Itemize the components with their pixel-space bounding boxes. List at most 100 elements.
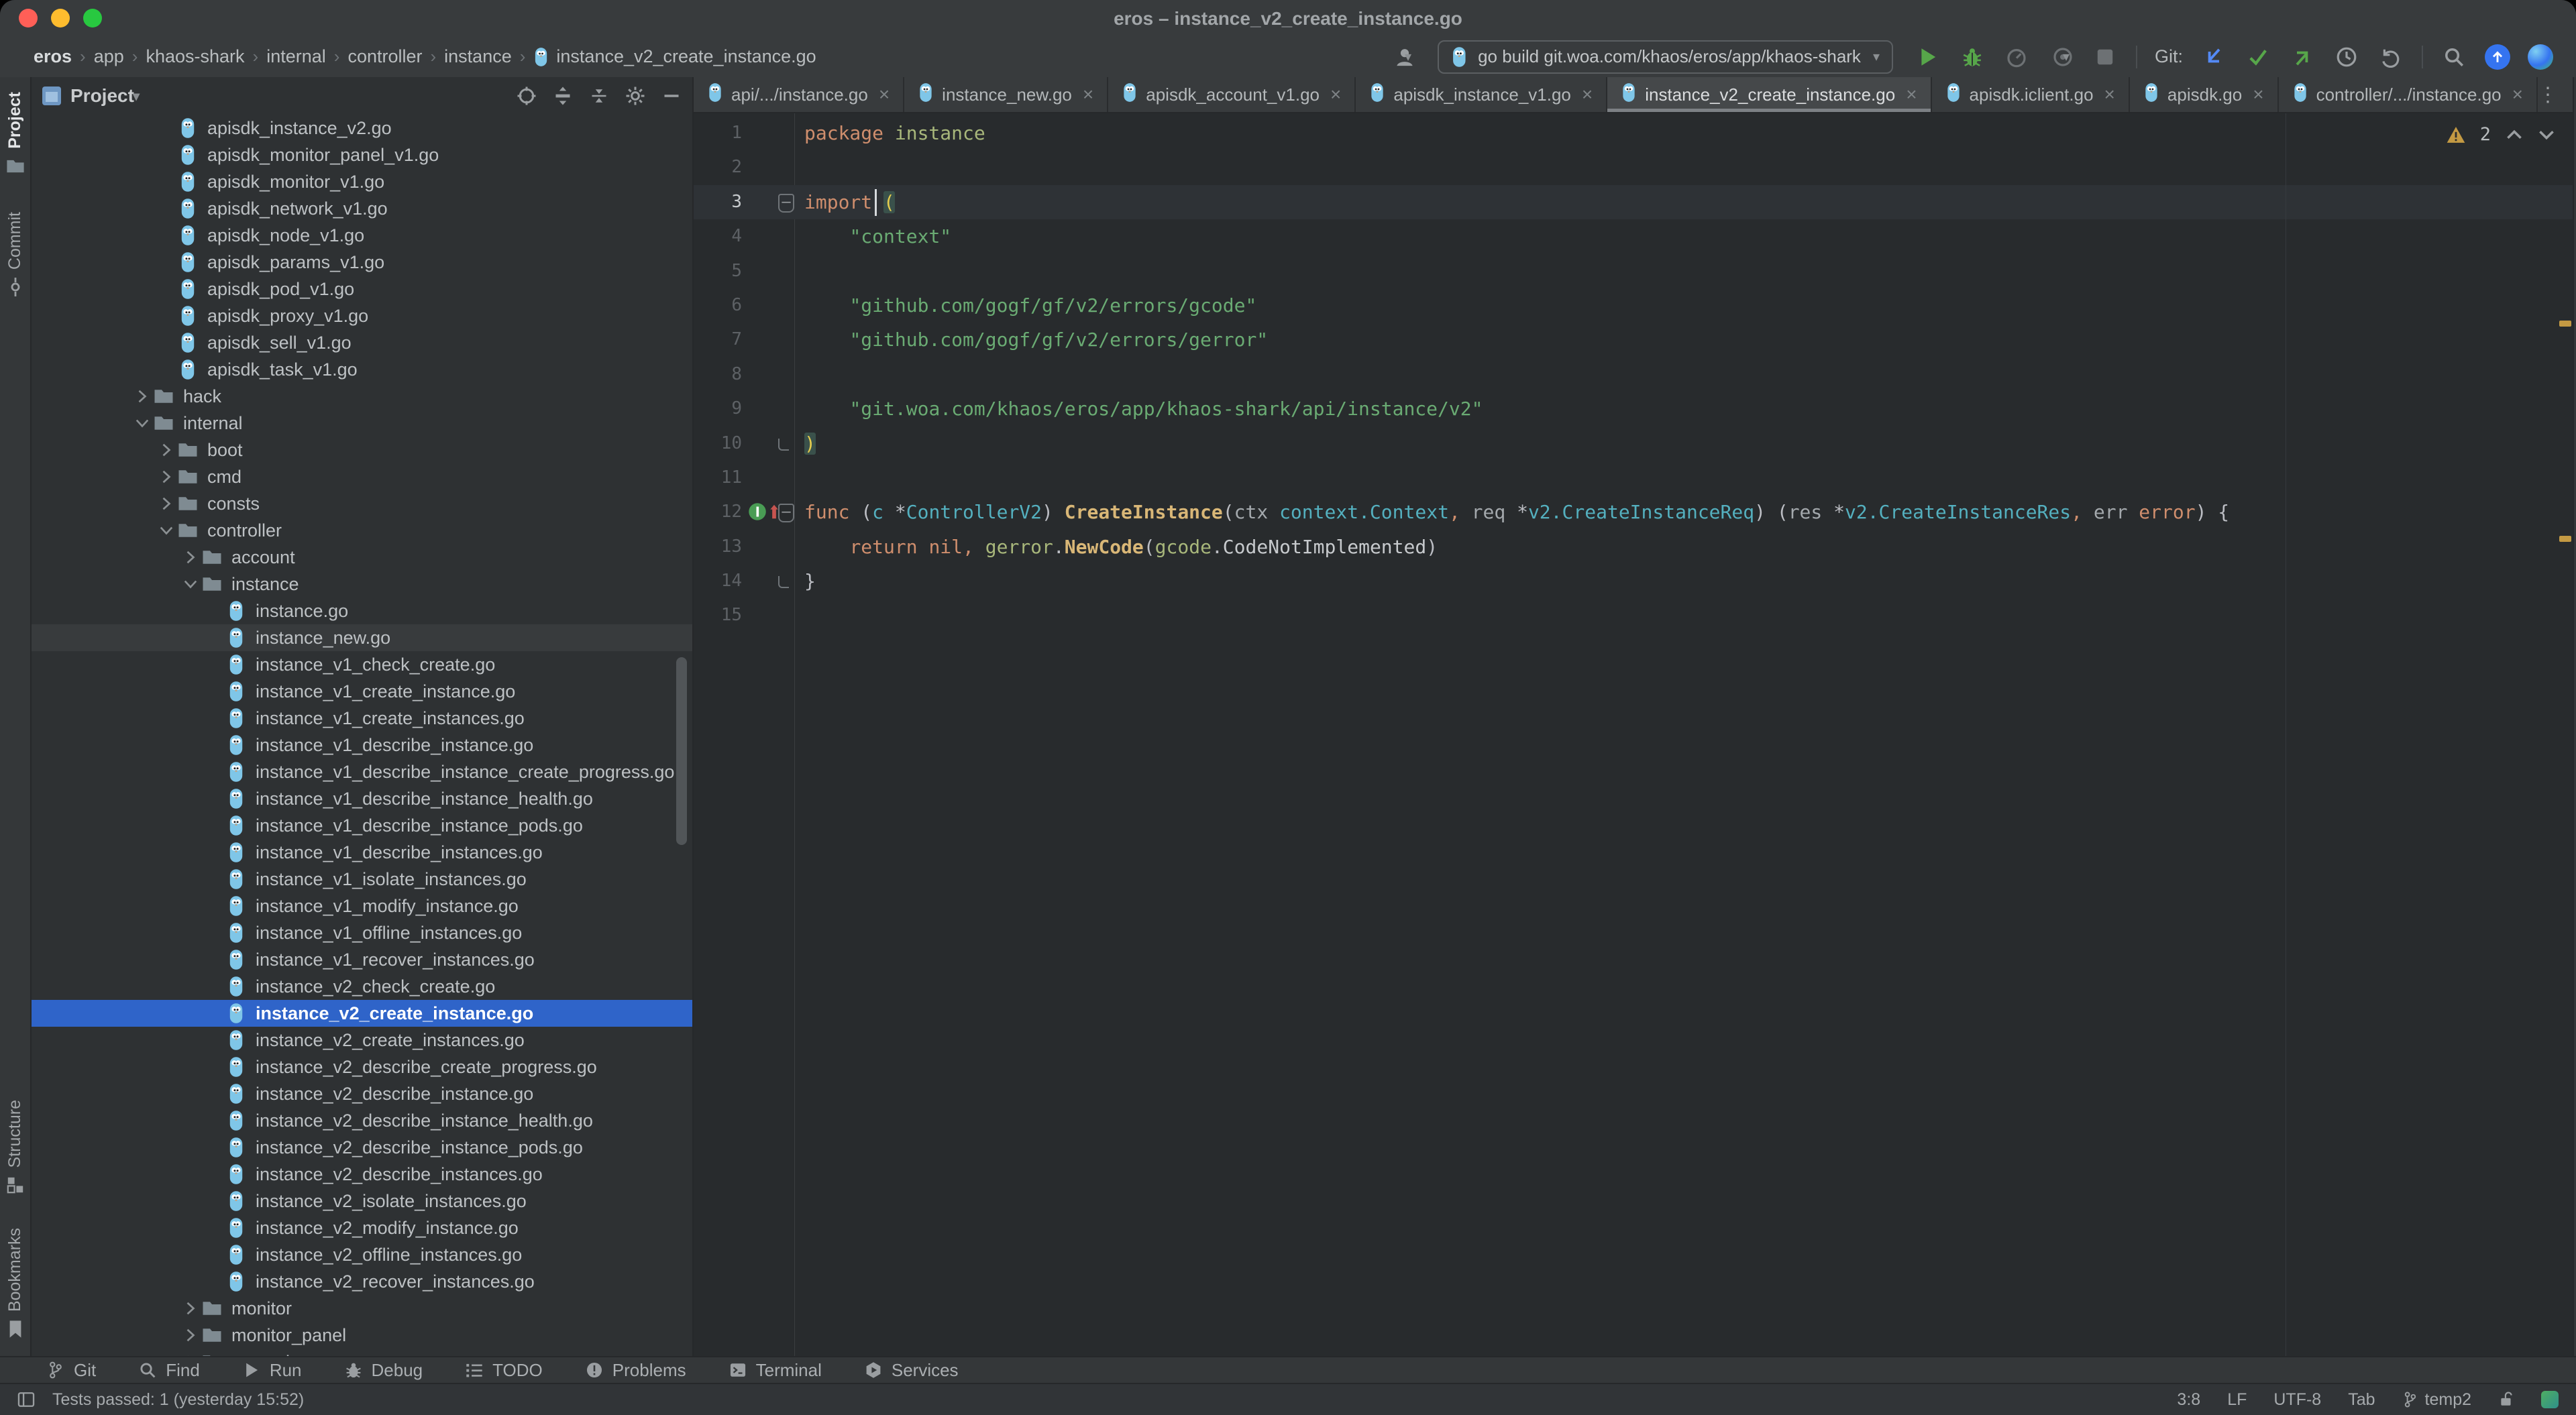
tree-folder-row[interactable]: controller [32, 517, 692, 544]
editor-tab[interactable]: api/.../instance.go× [694, 77, 904, 112]
chevron-down-icon[interactable] [156, 520, 176, 541]
toolwindow-button-services[interactable]: Services [865, 1360, 959, 1381]
tree-file-row[interactable]: instance_v2_recover_instances.go [32, 1268, 692, 1295]
git-push-button[interactable] [2289, 44, 2316, 70]
tree-file-row[interactable]: instance_v2_describe_instance_health.go [32, 1107, 692, 1134]
tree-file-row[interactable]: instance_v1_isolate_instances.go [32, 866, 692, 893]
chevron-right-icon[interactable] [180, 1325, 201, 1345]
avatar[interactable] [2528, 44, 2553, 70]
tree-folder-row[interactable]: account [32, 544, 692, 571]
close-icon[interactable]: × [1083, 84, 1093, 105]
implements-gutter-icon[interactable] [747, 502, 780, 522]
toolwindow-button-git[interactable]: Git [47, 1360, 96, 1381]
status-plugin-icon[interactable] [2541, 1391, 2559, 1408]
code-line[interactable]: 6 "github.com/gogf/gf/v2/errors/gcode" [694, 288, 2573, 323]
chevron-right-icon[interactable] [180, 547, 201, 567]
chevron-right-icon[interactable] [156, 467, 176, 487]
tree-file-row[interactable]: instance_new.go [32, 624, 692, 651]
editor-tab[interactable]: apisdk.go× [2130, 77, 2279, 112]
code-line[interactable]: 1package instance [694, 116, 2573, 150]
tree-file-row[interactable]: instance_v1_modify_instance.go [32, 893, 692, 919]
tree-folder-row[interactable]: instance [32, 571, 692, 598]
stop-button[interactable] [2092, 44, 2118, 70]
code-line[interactable]: 13 return nil, gerror.NewCode(gcode.Code… [694, 530, 2573, 564]
toolwindow-button-todo[interactable]: TODO [466, 1360, 543, 1381]
tree-folder-row[interactable]: boot [32, 437, 692, 463]
chevron-right-icon[interactable] [156, 440, 176, 460]
tree-file-row[interactable]: instance_v2_check_create.go [32, 973, 692, 1000]
tree-file-row[interactable]: instance_v1_describe_instance_pods.go [32, 812, 692, 839]
readonly-toggle[interactable] [2498, 1392, 2514, 1408]
tree-file-row[interactable]: instance_v2_describe_instance_pods.go [32, 1134, 692, 1161]
tree-file-row[interactable]: instance_v2_describe_instances.go [32, 1161, 692, 1188]
next-warning-button[interactable] [2538, 124, 2555, 145]
toolwindow-button-commit[interactable]: Commit [5, 212, 25, 296]
gear-icon[interactable] [625, 86, 645, 106]
breadcrumb-item[interactable]: eros [30, 46, 76, 67]
tree-file-row[interactable]: instance_v1_check_create.go [32, 651, 692, 678]
toolwindow-button-run[interactable]: Run [243, 1360, 302, 1381]
status-line-ending[interactable]: LF [2227, 1390, 2247, 1410]
toolwindow-button-structure[interactable]: Structure [5, 1100, 25, 1194]
toolwindow-button-bookmarks[interactable]: Bookmarks [5, 1228, 25, 1339]
tree-file-row[interactable]: apisdk_network_v1.go [32, 195, 692, 222]
breadcrumb-item[interactable]: internal [262, 46, 330, 67]
tree-file-row[interactable]: instance_v2_describe_create_progress.go [32, 1054, 692, 1080]
select-opened-file-button[interactable] [517, 86, 537, 106]
git-commit-button[interactable] [2245, 44, 2271, 70]
tree-file-row[interactable]: instance_v1_describe_instance.go [32, 732, 692, 758]
toolwindow-button-find[interactable]: Find [139, 1360, 200, 1381]
code-line[interactable]: 3–import ( [694, 185, 2573, 219]
rollback-button[interactable] [2377, 44, 2404, 70]
toolwindow-button-debug[interactable]: Debug [345, 1360, 423, 1381]
code-line[interactable]: 11 [694, 461, 2573, 495]
code-area[interactable]: 1package instance23–import (4 "context"5… [694, 116, 2573, 633]
tree-file-row[interactable]: instance_v2_describe_instance.go [32, 1080, 692, 1107]
project-view-selector[interactable]: Project ▾ [42, 85, 140, 107]
run-configuration-select[interactable]: go build git.woa.com/khaos/eros/app/khao… [1438, 40, 1893, 74]
breadcrumb-item[interactable]: controller [343, 46, 426, 67]
toolwindow-button-project[interactable]: Project [5, 92, 25, 176]
breadcrumb-file[interactable]: instance_v2_create_instance.go [529, 46, 816, 67]
tree-file-row[interactable]: instance_v1_create_instances.go [32, 705, 692, 732]
close-icon[interactable]: × [1330, 84, 1341, 105]
toolwindow-button-terminal[interactable]: Terminal [729, 1360, 822, 1381]
tree-folder-row[interactable]: monitor [32, 1295, 692, 1322]
tree-file-row[interactable]: apisdk_monitor_v1.go [32, 168, 692, 195]
close-icon[interactable]: × [2253, 84, 2263, 105]
chevron-down-icon[interactable] [132, 413, 152, 433]
profiler-button[interactable] [2003, 44, 2030, 70]
tree-folder-row[interactable]: monitor_panel [32, 1322, 692, 1349]
close-icon[interactable]: × [879, 84, 890, 105]
tree-file-row[interactable]: instance_v1_describe_instances.go [32, 839, 692, 866]
tab-options-button[interactable]: ⋮ [2538, 77, 2573, 112]
code-line[interactable]: 2 [694, 150, 2573, 184]
code-line[interactable]: 8 [694, 357, 2573, 392]
chevron-right-icon[interactable] [180, 1298, 201, 1318]
status-git-branch[interactable]: temp2 [2402, 1390, 2471, 1410]
tree-folder-row[interactable]: consts [32, 490, 692, 517]
code-editor[interactable]: 1package instance23–import (4 "context"5… [694, 113, 2573, 1356]
code-line[interactable]: 14} [694, 564, 2573, 598]
tree-file-row[interactable]: apisdk_node_v1.go [32, 222, 692, 249]
toolwindow-layout-icon[interactable] [17, 1391, 35, 1408]
tree-file-row[interactable]: instance_v1_create_instance.go [32, 678, 692, 705]
code-line[interactable]: 15 [694, 598, 2573, 632]
toolwindow-button-problems[interactable]: Problems [586, 1360, 686, 1381]
history-button[interactable] [2333, 44, 2360, 70]
editor-tab[interactable]: apisdk_instance_v1.go× [1356, 77, 1607, 112]
chevron-right-icon[interactable] [156, 494, 176, 514]
close-icon[interactable]: × [2512, 84, 2523, 105]
breadcrumb-item[interactable]: instance [440, 46, 516, 67]
fold-region-icon[interactable]: – [778, 194, 794, 213]
code-line[interactable]: 9 "git.woa.com/khaos/eros/app/khaos-shar… [694, 392, 2573, 426]
user-menu-button[interactable]: ▾ [1389, 44, 1416, 70]
tree-file-row[interactable]: apisdk_task_v1.go [32, 356, 692, 383]
tree-file-row[interactable]: instance_v1_recover_instances.go [32, 946, 692, 973]
project-tree-scrollbar[interactable] [676, 657, 687, 845]
code-line[interactable]: 12–func (c *ControllerV2) CreateInstance… [694, 495, 2573, 529]
close-icon[interactable]: × [1906, 84, 1917, 105]
code-line[interactable]: 10) [694, 427, 2573, 461]
tree-file-row[interactable]: instance_v1_offline_instances.go [32, 919, 692, 946]
breadcrumb-item[interactable]: khaos-shark [142, 46, 248, 67]
